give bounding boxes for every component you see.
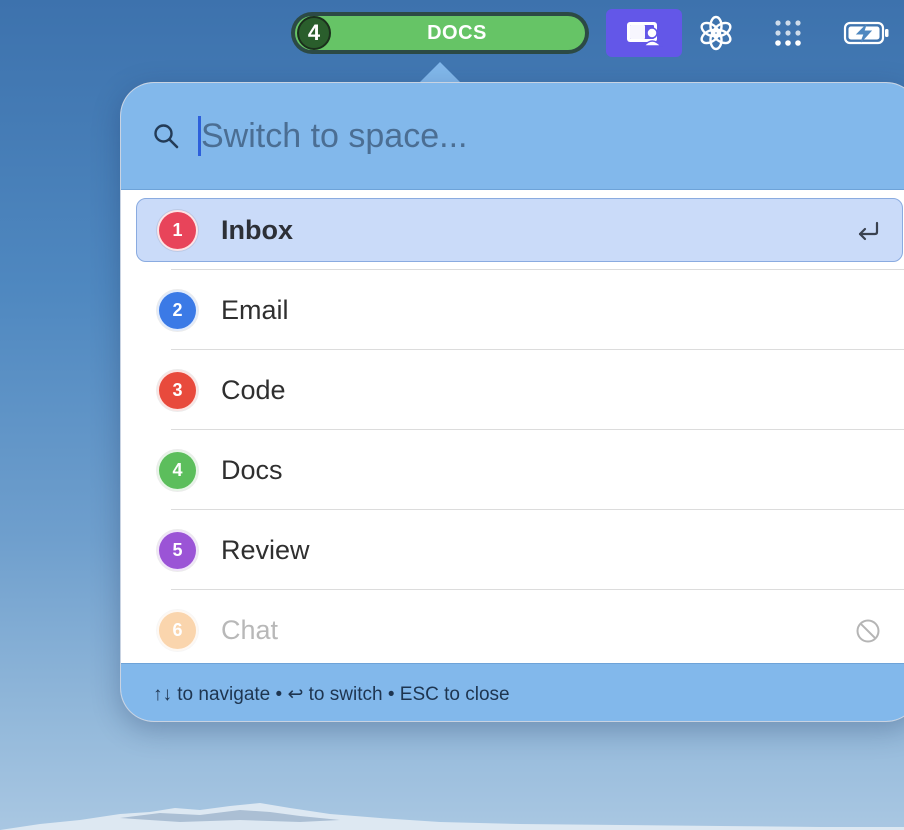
disabled-icon xyxy=(856,619,880,643)
space-row-inbox[interactable]: 1 Inbox xyxy=(121,190,904,270)
space-name: Code xyxy=(221,374,286,405)
space-row-chat: 6 Chat xyxy=(121,590,904,663)
space-name: Email xyxy=(221,294,289,325)
chatgpt-button[interactable] xyxy=(692,9,740,57)
search-input[interactable] xyxy=(201,107,801,165)
space-list: 1 Inbox 2 Email 3 Code 4 Docs 5 Review 6… xyxy=(121,190,904,663)
space-row-email[interactable]: 2 Email xyxy=(121,270,904,350)
search-bar xyxy=(121,83,904,190)
dot-grid-icon xyxy=(775,20,801,46)
battery-status[interactable] xyxy=(836,9,898,57)
space-name: Inbox xyxy=(221,214,293,245)
current-space-name: DOCS xyxy=(427,21,487,44)
space-name: Chat xyxy=(221,614,279,645)
space-row-code[interactable]: 3 Code xyxy=(121,350,904,430)
space-row-docs[interactable]: 4 Docs xyxy=(121,430,904,510)
space-name: Review xyxy=(221,534,310,565)
space-number-badge: 3 xyxy=(157,370,198,411)
keyboard-hint-text: ↑↓ to navigate • ↩ to switch • ESC to cl… xyxy=(153,683,510,705)
space-number-badge: 5 xyxy=(157,530,198,571)
current-space-indicator[interactable]: 4 DOCS xyxy=(291,12,589,54)
return-icon xyxy=(858,221,879,241)
keyboard-hint-footer: ↑↓ to navigate • ↩ to switch • ESC to cl… xyxy=(121,663,904,721)
space-switcher-popover: 1 Inbox 2 Email 3 Code 4 Docs 5 Review xyxy=(120,82,904,722)
current-space-number: 4 xyxy=(297,16,331,50)
screen-share-icon xyxy=(627,22,663,47)
search-icon xyxy=(154,124,179,149)
app-grid-button[interactable] xyxy=(764,9,812,57)
popover-pointer xyxy=(418,62,462,84)
space-number-badge: 1 xyxy=(157,210,198,251)
space-row-review[interactable]: 5 Review xyxy=(121,510,904,590)
screen-share-button[interactable] xyxy=(606,9,682,57)
space-number-badge: 6 xyxy=(157,610,198,651)
wallpaper-mountains xyxy=(0,803,904,830)
space-number-badge: 4 xyxy=(157,450,198,491)
battery-charging-icon xyxy=(843,21,889,45)
openai-icon xyxy=(700,15,732,51)
current-space-pill: 4 DOCS xyxy=(295,16,585,50)
space-name: Docs xyxy=(221,454,283,485)
space-number-badge: 2 xyxy=(157,290,198,331)
